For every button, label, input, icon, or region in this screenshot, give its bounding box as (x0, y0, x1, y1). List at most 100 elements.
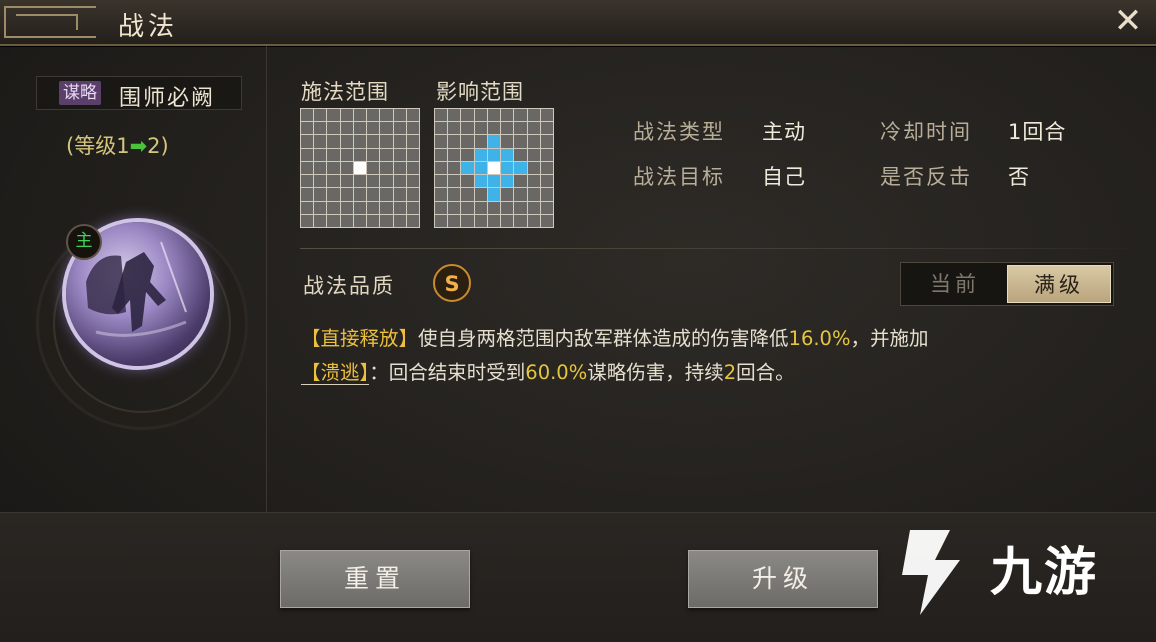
grid-cell (474, 214, 487, 227)
grid-cell (527, 109, 540, 122)
grid-cell (380, 201, 393, 214)
cooldown-label: 冷却时间 (880, 120, 972, 144)
counterattack-value: 否 (1008, 165, 1030, 189)
grid-cell (340, 201, 353, 214)
grid-cell (327, 175, 340, 188)
grid-cell (406, 148, 419, 161)
grid-cell-affected (501, 148, 514, 161)
grid-cell (301, 148, 314, 161)
grid-cell (314, 188, 327, 201)
grid-cell (540, 188, 553, 201)
grid-cell (314, 109, 327, 122)
grid-cell (393, 161, 406, 175)
grid-cell (353, 188, 367, 201)
grid-cell-self (487, 161, 501, 175)
grid-cell (527, 135, 540, 148)
grid-cell (461, 188, 474, 201)
grid-cell (301, 175, 314, 188)
grid-cell (501, 201, 514, 214)
grid-cell (340, 214, 353, 227)
grid-cell (527, 214, 540, 227)
grid-cell (327, 148, 340, 161)
desc-value-strategy-damage: 60.0% (525, 361, 588, 384)
skill-name-box: 谋略 围师必阙 (36, 76, 242, 111)
grid-cell (340, 188, 353, 201)
grid-cell (380, 214, 393, 227)
grid-cell (406, 109, 419, 122)
grid-cell (514, 201, 527, 214)
skill-panel: 战法 ✕ 谋略 围师必阙 (等级1➡2) 主 施法范围 影响范围 战法类型 主动… (0, 0, 1156, 642)
grid-cell (353, 175, 367, 188)
grid-cell (474, 188, 487, 201)
grid-cell (367, 148, 380, 161)
grid-cell (501, 188, 514, 201)
grid-cell (380, 135, 393, 148)
grid-cell (393, 214, 406, 227)
grid-cell (353, 122, 367, 135)
effect-range-label: 影响范围 (436, 80, 524, 104)
grid-cell (527, 188, 540, 201)
reset-button[interactable]: 重置 (280, 550, 470, 608)
skill-category-tag: 谋略 (59, 81, 101, 105)
grid-cell (367, 135, 380, 148)
skill-target-value: 自己 (762, 165, 806, 189)
grid-cell (327, 135, 340, 148)
grid-cell (448, 175, 461, 188)
upgrade-button[interactable]: 升级 (688, 550, 878, 608)
skill-description: 【直接释放】使自身两格范围内敌军群体造成的伤害降低16.0%，并施加 【溃逃】：… (301, 322, 1131, 390)
grid-cell (314, 122, 327, 135)
grid-cell (527, 148, 540, 161)
grid-cell (461, 175, 474, 188)
grid-cell (527, 201, 540, 214)
toggle-current[interactable]: 当前 (903, 265, 1007, 303)
title-bar: 战法 ✕ (0, 0, 1156, 46)
grid-cell-affected (487, 135, 501, 148)
grid-cell (540, 214, 553, 227)
grid-cell (448, 122, 461, 135)
grid-cell (448, 135, 461, 148)
level-change: (等级1➡2) (66, 130, 169, 160)
grid-cell (327, 109, 340, 122)
close-icon: ✕ (1113, 1, 1143, 41)
grid-cell (461, 109, 474, 122)
grid-cell (393, 109, 406, 122)
grid-cell (353, 201, 367, 214)
toggle-max-level[interactable]: 满级 (1007, 265, 1111, 303)
grid-cell (514, 109, 527, 122)
grid-cell (487, 122, 501, 135)
grid-cell (380, 175, 393, 188)
grid-cell (474, 135, 487, 148)
grid-cell (340, 175, 353, 188)
grid-cell (406, 188, 419, 201)
grid-cell (435, 188, 448, 201)
close-button[interactable]: ✕ (1110, 4, 1146, 40)
grid-cell (353, 214, 367, 227)
grid-cell (327, 214, 340, 227)
skill-quality-label: 战法品质 (303, 274, 395, 298)
grid-cell (540, 201, 553, 214)
grid-cell-affected (461, 161, 474, 175)
keyword-direct-cast: 【直接释放】 (301, 327, 419, 350)
grid-cell (393, 148, 406, 161)
grid-cell (393, 135, 406, 148)
grid-cell (301, 201, 314, 214)
grid-cell (448, 148, 461, 161)
grid-cell (367, 188, 380, 201)
grid-cell (406, 214, 419, 227)
grid-cell (435, 214, 448, 227)
grid-cell (501, 214, 514, 227)
grid-cell (514, 122, 527, 135)
keyword-rout-link[interactable]: 【溃逃】 (301, 361, 370, 385)
grid-cell (327, 201, 340, 214)
grid-cell (461, 135, 474, 148)
grid-cell-affected (501, 161, 514, 175)
grid-cell (448, 201, 461, 214)
grid-cell (301, 161, 314, 175)
grid-cell (367, 175, 380, 188)
grid-cell-affected (487, 175, 501, 188)
grid-cell (487, 201, 501, 214)
grid-cell (340, 109, 353, 122)
grid-cell (540, 148, 553, 161)
grid-cell (461, 214, 474, 227)
grid-cell (367, 201, 380, 214)
